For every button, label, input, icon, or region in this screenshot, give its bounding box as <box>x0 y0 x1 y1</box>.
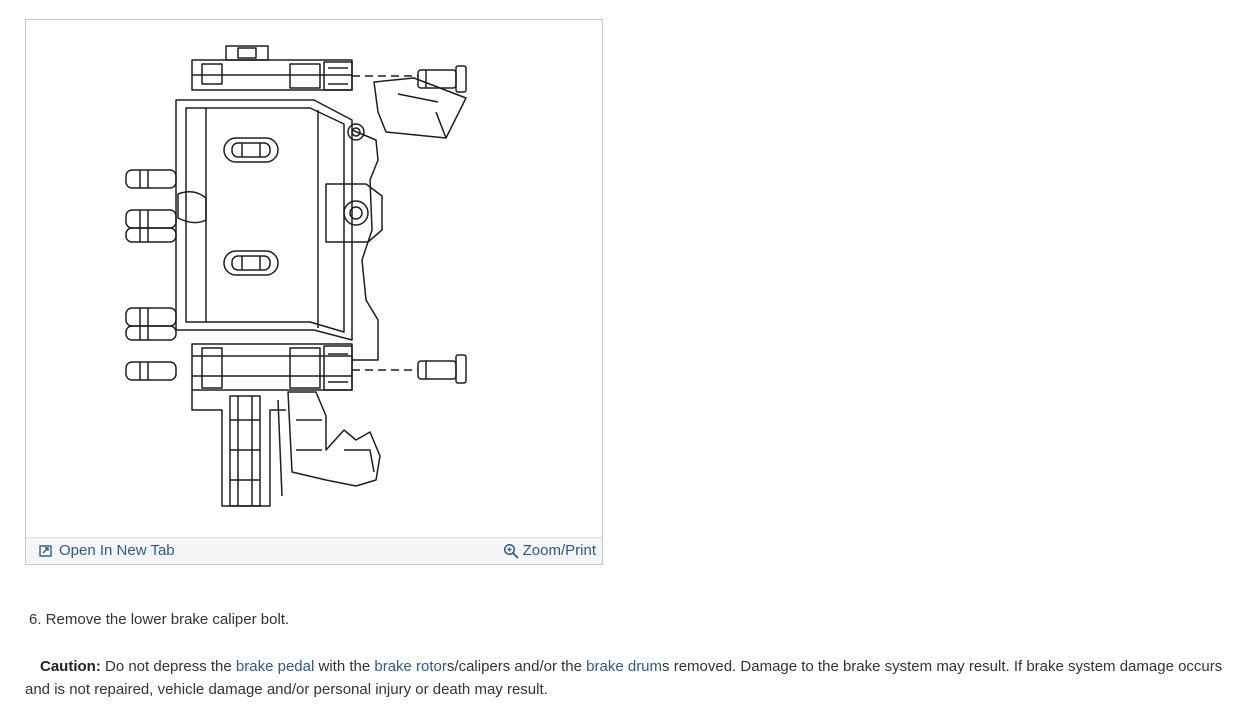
brake-caliper-diagram <box>125 45 467 507</box>
zoom-print-link[interactable]: Zoom/Print <box>503 542 596 559</box>
caution-text-2: with the <box>314 658 375 675</box>
open-in-new-tab-label: Open In New Tab <box>59 542 175 559</box>
step-instruction: 6. Remove the lower brake caliper bolt. <box>29 611 290 628</box>
brake-rotor-link[interactable]: brake rotor <box>374 658 447 675</box>
zoom-print-label: Zoom/Print <box>522 542 596 559</box>
brake-drum-link[interactable]: brake drum <box>586 658 662 675</box>
figure-toolbar: Open In New Tab Zoom/Print <box>26 537 602 564</box>
magnifier-plus-icon <box>503 543 519 559</box>
figure-frame: Open In New Tab Zoom/Print <box>25 19 603 565</box>
caution-text-1: Do not depress the <box>100 658 236 675</box>
caution-text-3: s/calipers and/or the <box>446 658 587 675</box>
open-in-new-tab-link[interactable]: Open In New Tab <box>39 542 175 559</box>
caution-label: Caution: <box>40 658 101 675</box>
brake-pedal-link[interactable]: brake pedal <box>236 658 314 675</box>
caution-paragraph: Caution: Do not depress the brake pedal … <box>25 655 1245 701</box>
open-new-tab-icon <box>39 543 55 559</box>
